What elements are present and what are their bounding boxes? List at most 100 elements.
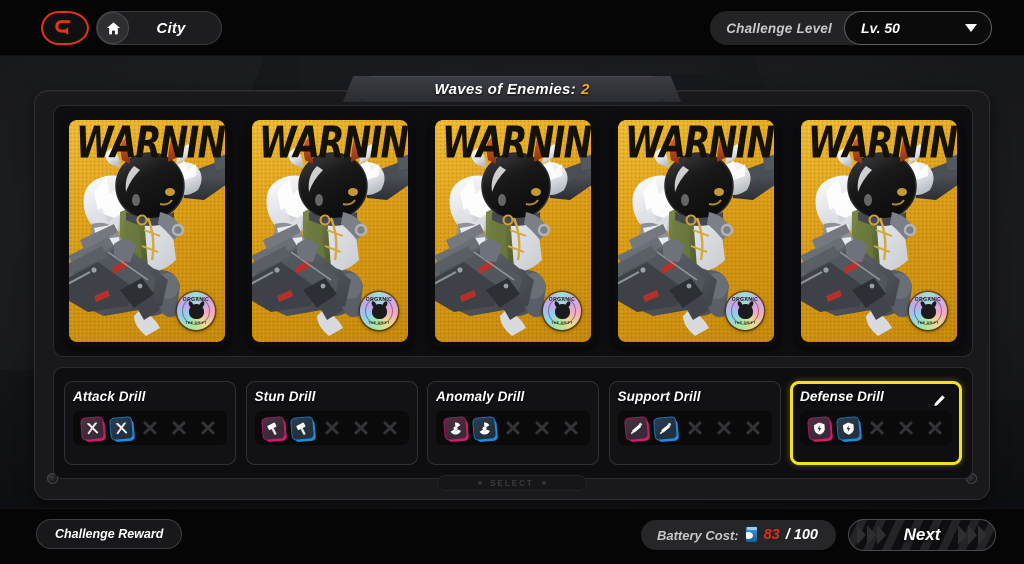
drill-cards-strip: Attack Drill Stun Drill Anomaly Drill Suppo… [53, 367, 973, 479]
select-dot-right [541, 481, 546, 485]
radiation-icon [472, 416, 496, 440]
location-label: City [156, 19, 186, 37]
warning-banner-text: WARNING [442, 120, 591, 169]
drill-slot-empty[interactable] [895, 417, 917, 439]
drill-slot-row [617, 411, 772, 445]
drill-card[interactable]: Support Drill [608, 381, 781, 465]
warning-banner-text: WARNING [76, 120, 225, 169]
back-button[interactable] [41, 11, 89, 45]
waves-count: 2 [580, 80, 590, 98]
drill-slot-empty[interactable] [168, 417, 190, 439]
challenge-reward-label: Challenge Reward [55, 527, 164, 541]
enemy-wave-card[interactable]: WARNING ORGANIC THE DRIFT [247, 115, 413, 347]
next-button[interactable]: Next [848, 519, 996, 551]
organic-seal-core-icon [737, 303, 753, 319]
home-location-pill[interactable]: City [96, 11, 222, 45]
sword-cross-icon [109, 416, 133, 440]
battery-max-value: / 100 [785, 527, 818, 543]
drill-slot-empty[interactable] [924, 417, 946, 439]
drill-slot-filled[interactable] [625, 416, 648, 440]
enemy-wave-card[interactable]: WARNING ORGANIC THE DRIFT [430, 115, 596, 347]
organic-seal-top-text: ORGANIC [365, 297, 393, 303]
enemy-wave-card[interactable]: WARNING ORGANIC THE DRIFT [613, 115, 779, 347]
drill-slot-row [254, 411, 409, 445]
enemy-card-art: WARNING ORGANIC THE DRIFT [435, 120, 591, 342]
drill-name: Defense Drill [800, 389, 884, 404]
shield-icon [807, 416, 831, 440]
drill-slot-empty[interactable] [713, 417, 735, 439]
drill-slot-filled[interactable] [443, 416, 467, 440]
chevron-decoration-left [857, 520, 886, 550]
drill-slot-empty[interactable] [866, 417, 888, 439]
drill-slot-filled[interactable] [654, 416, 677, 440]
drill-card[interactable]: Attack Drill [64, 381, 236, 465]
shield-icon [836, 416, 860, 440]
drill-name: Anomaly Drill [436, 389, 525, 404]
chevron-down-icon [965, 24, 977, 32]
main-panel: WARNING ORGANIC THE DRIFT [34, 90, 990, 500]
enemy-wave-card[interactable]: WARNING ORGANIC THE DRIFT [796, 115, 962, 347]
select-dot-left [478, 481, 483, 485]
pencil-edit-icon[interactable] [932, 394, 946, 408]
drill-slot-empty[interactable] [197, 417, 219, 439]
challenge-level-control: Challenge Level Lv. 50 [710, 11, 992, 45]
enemy-card-art: WARNING ORGANIC THE DRIFT [801, 120, 957, 342]
drill-name: Support Drill [617, 389, 701, 404]
drill-slot-empty[interactable] [321, 417, 343, 439]
drill-slot-filled[interactable] [80, 416, 104, 440]
drill-slot-empty[interactable] [531, 417, 553, 439]
organic-seal-core-icon [920, 303, 936, 319]
drill-slot-empty[interactable] [684, 417, 706, 439]
home-button[interactable] [97, 12, 129, 44]
organic-seal-core-icon [371, 303, 387, 319]
drill-slot-empty[interactable] [350, 417, 372, 439]
back-arrow-icon [54, 18, 76, 38]
waves-label-text: Waves of Enemies: [434, 80, 576, 98]
enemy-card-art: WARNING ORGANIC THE DRIFT [618, 120, 774, 342]
sword-cross-icon [80, 416, 104, 440]
organic-seal-icon: ORGANIC THE DRIFT [360, 292, 398, 330]
drill-name: Attack Drill [73, 389, 146, 404]
drill-card[interactable]: Stun Drill [245, 381, 418, 465]
syringe-icon [654, 416, 677, 440]
next-button-label: Next [903, 525, 941, 544]
drill-slot-row [800, 411, 952, 445]
challenge-level-value: Lv. 50 [861, 20, 900, 36]
drill-slot-empty[interactable] [502, 417, 524, 439]
warning-banner-text: WARNING [259, 120, 408, 169]
drill-slot-filled[interactable] [836, 416, 860, 440]
organic-seal-top-text: ORGANIC [731, 297, 759, 303]
drill-slot-filled[interactable] [472, 416, 496, 440]
radiation-icon [443, 416, 467, 440]
organic-seal-icon: ORGANIC THE DRIFT [543, 292, 581, 330]
drill-slot-empty[interactable] [139, 417, 161, 439]
drill-slot-filled[interactable] [291, 416, 314, 440]
battery-can-icon [744, 526, 758, 543]
hammer-icon [291, 416, 314, 440]
drill-card[interactable]: Anomaly Drill [427, 381, 599, 465]
challenge-reward-button[interactable]: Challenge Reward [36, 519, 183, 549]
drill-slot-filled[interactable] [262, 416, 285, 440]
drill-card[interactable]: Defense Drill [790, 381, 962, 465]
drill-slot-empty[interactable] [379, 417, 401, 439]
enemy-card-art: WARNING ORGANIC THE DRIFT [252, 120, 408, 342]
organic-seal-top-text: ORGANIC [548, 297, 576, 303]
waves-of-enemies-label: Waves of Enemies: 2 [434, 81, 589, 98]
organic-seal-icon: ORGANIC THE DRIFT [909, 292, 947, 330]
drill-slot-filled[interactable] [109, 416, 133, 440]
waves-header: Waves of Enemies: 2 [362, 76, 662, 102]
bottom-bar: Challenge Reward Battery Cost: 83 / 100 … [0, 508, 1024, 564]
drill-slot-empty[interactable] [742, 417, 764, 439]
chevron-decoration-right [958, 520, 987, 550]
challenge-level-label: Challenge Level [726, 20, 832, 36]
enemy-wave-card[interactable]: WARNING ORGANIC THE DRIFT [64, 115, 230, 347]
warning-banner-text: WARNING [808, 120, 957, 169]
organic-seal-bottom-text: THE DRIFT [734, 321, 756, 325]
drill-slot-filled[interactable] [807, 416, 831, 440]
drill-slot-empty[interactable] [560, 417, 582, 439]
game-screen: City Challenge Level Lv. 50 Waves of Ene… [0, 0, 1024, 564]
organic-seal-bottom-text: THE DRIFT [368, 321, 390, 325]
organic-seal-top-text: ORGANIC [182, 297, 210, 303]
challenge-level-select[interactable]: Lv. 50 [844, 11, 992, 45]
battery-cost-display: Battery Cost: 83 / 100 [640, 520, 836, 550]
